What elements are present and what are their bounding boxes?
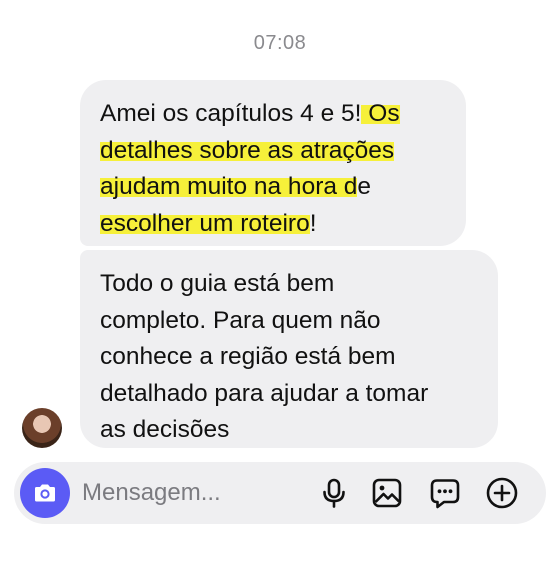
camera-icon [35, 484, 55, 502]
message-input[interactable] [82, 476, 282, 510]
message-bubble-received[interactable]: Todo o guia está bem completo. Para quem… [80, 250, 498, 448]
message-line: detalhes sobre as atrações [100, 133, 446, 170]
message-line: as decisões [100, 416, 230, 443]
message-line: completo. Para quem não [100, 306, 381, 334]
plus-circle-icon [486, 477, 518, 509]
message-text: e [357, 173, 372, 200]
message-line: conhece a região está bem [100, 343, 396, 370]
gallery-button[interactable] [369, 475, 405, 511]
add-button[interactable] [484, 475, 520, 511]
voice-message-button[interactable] [316, 475, 352, 511]
sticker-button[interactable] [427, 475, 463, 511]
highlighted-text: ajudam muito na hora d [100, 173, 358, 200]
message-composer [14, 462, 546, 524]
microphone-icon [323, 478, 345, 508]
highlighted-text: escolher um roteiro [100, 209, 310, 237]
message-line: escolher um roteiro! [100, 206, 446, 243]
message-text: ! [309, 209, 317, 237]
image-icon [372, 478, 402, 508]
message-line: Todo o guia está bem [100, 270, 335, 297]
message-line: detalhado para ajudar a tomar [100, 379, 429, 407]
chat-screen: 07:08 Amei os capítulos 4 e 5! Os detalh… [0, 0, 560, 584]
message-line: Amei os capítulos 4 e 5! Os [100, 96, 446, 133]
message-text: Amei os capítulos 4 e 5! [100, 100, 362, 127]
message-line: ajudam muito na hora de [100, 169, 446, 206]
highlighted-text: detalhes sobre as atrações [100, 136, 395, 164]
message-bubble-sent[interactable]: Amei os capítulos 4 e 5! Os detalhes sob… [80, 80, 466, 246]
camera-button[interactable] [20, 468, 70, 518]
message-timestamp: 07:08 [253, 32, 307, 54]
contact-avatar[interactable] [22, 408, 62, 448]
chat-bubble-icon [430, 479, 460, 509]
highlighted-text: Os [361, 100, 400, 127]
